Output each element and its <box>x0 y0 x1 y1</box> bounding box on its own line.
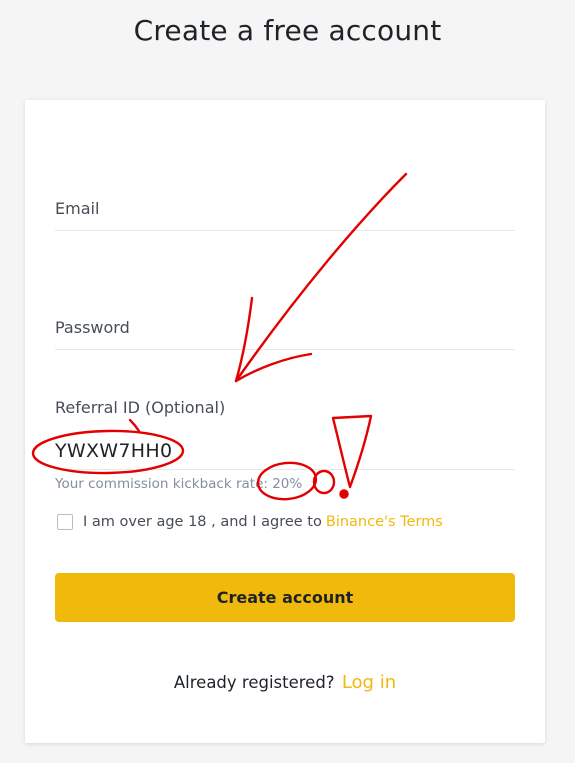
already-registered-text: Already registered? <box>173 673 335 692</box>
kickback-rate-hint: Your commission kickback rate: 20% <box>55 476 303 492</box>
page-title: Create a free account <box>133 14 442 47</box>
terms-checkbox[interactable] <box>57 514 73 530</box>
create-account-button[interactable]: Create account <box>55 573 515 622</box>
login-link[interactable]: Log in <box>342 672 396 693</box>
password-field[interactable]: Password <box>55 309 515 350</box>
terms-link[interactable]: Binance's Terms <box>326 514 443 530</box>
referral-id-field[interactable]: Referral ID (Optional) YWXW7HH0 <box>55 388 515 470</box>
password-label: Password <box>55 318 130 337</box>
signup-card: Email Password Referral ID (Optional) YW… <box>25 100 545 743</box>
referral-label: Referral ID (Optional) <box>55 398 226 417</box>
signup-page: Create a free account Email Password Ref… <box>0 0 575 763</box>
login-prompt: Already registered? Log in <box>25 672 545 693</box>
email-label: Email <box>55 199 100 218</box>
email-field[interactable]: Email <box>55 190 515 231</box>
terms-agreement-text: I am over age 18 , and I agree to <box>83 514 322 530</box>
referral-id-value[interactable]: YWXW7HH0 <box>55 440 172 462</box>
terms-agreement-row: I am over age 18 , and I agree to Binanc… <box>57 512 443 532</box>
